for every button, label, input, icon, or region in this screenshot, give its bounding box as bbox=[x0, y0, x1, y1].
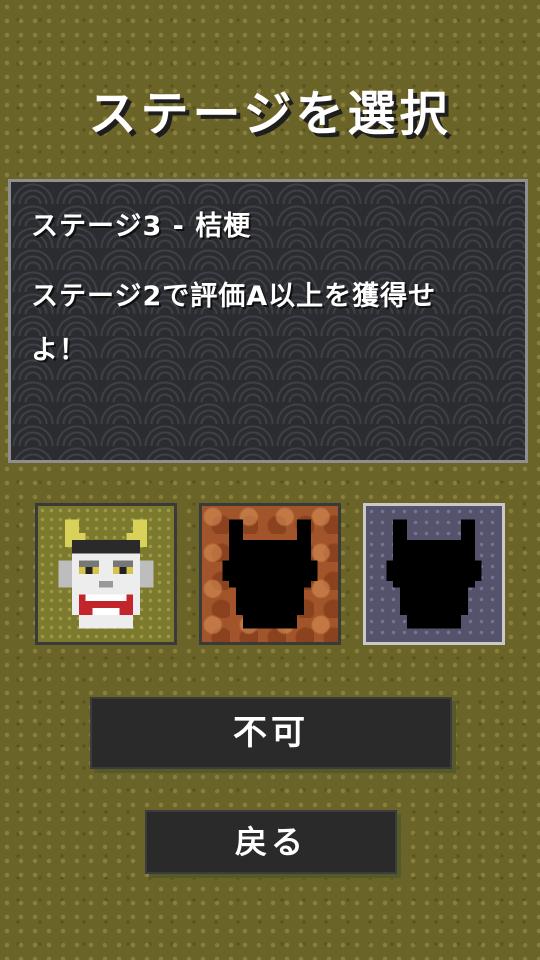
locked-mask-silhouette-icon bbox=[386, 519, 482, 629]
back-button[interactable]: 戻る bbox=[145, 810, 397, 874]
select-stage-button[interactable]: 不可 bbox=[90, 697, 452, 769]
stage-requirement: ステージ2で評価A以上を獲得せよ！ bbox=[31, 281, 437, 366]
stage-card-3-selected[interactable] bbox=[363, 503, 505, 645]
stage-card-1[interactable] bbox=[35, 503, 177, 645]
locked-mask-silhouette-icon bbox=[222, 519, 318, 629]
screen-title: ステージを選択 bbox=[88, 86, 452, 142]
stage-info-panel: ステージ3 - 桔梗 ステージ2で評価A以上を獲得せよ！ bbox=[8, 179, 528, 463]
stage-name: ステージ3 - 桔梗 bbox=[31, 211, 252, 242]
hannya-mask-icon bbox=[58, 519, 154, 629]
stage-card-2[interactable] bbox=[199, 503, 341, 645]
